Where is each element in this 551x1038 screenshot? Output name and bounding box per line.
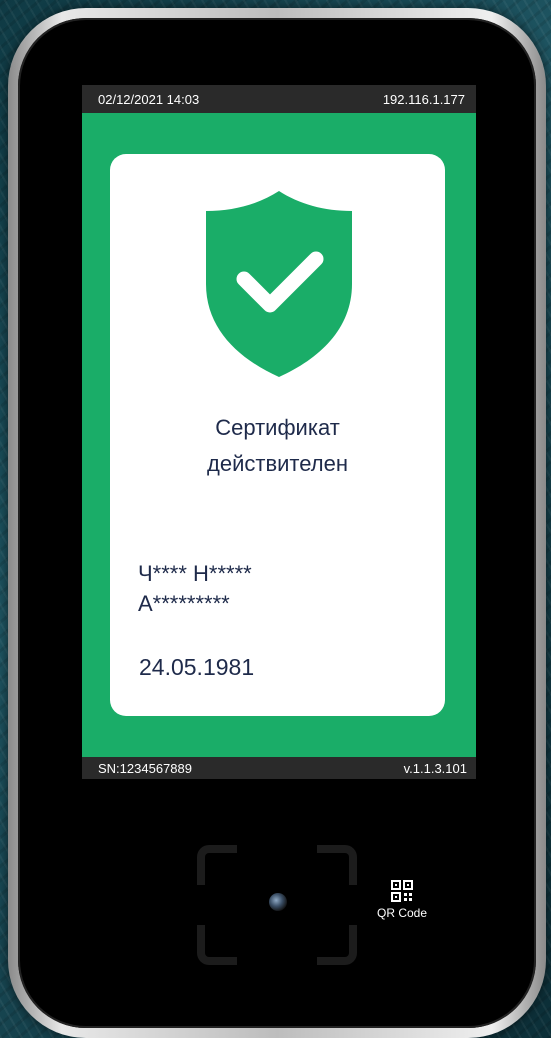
- qr-code-icon: [391, 880, 413, 902]
- status-line-1: Сертификат: [215, 415, 340, 440]
- qr-scanner-window: [197, 845, 357, 965]
- scanner-corner: [317, 845, 357, 885]
- firmware-version: v.1.1.3.101: [403, 760, 467, 776]
- device-screen: 02/12/2021 14:03 192.116.1.177 Сертифика…: [82, 85, 476, 779]
- scanner-corner: [197, 845, 237, 885]
- bottom-bar: SN:1234567889 v.1.1.3.101: [82, 757, 476, 779]
- serial-number: SN:1234567889: [98, 760, 192, 776]
- status-bar: 02/12/2021 14:03 192.116.1.177: [82, 85, 476, 113]
- scanner-corner: [317, 925, 357, 965]
- certificate-card: Сертификат действителен Ч**** Н***** А**…: [110, 154, 445, 716]
- datetime: 02/12/2021 14:03: [98, 91, 200, 107]
- holder-name: Ч**** Н***** А*********: [138, 559, 428, 619]
- shield-check-icon: [206, 191, 352, 377]
- scanner-corner: [197, 925, 237, 965]
- holder-name-line-1: Ч**** Н*****: [138, 561, 252, 586]
- holder-date-of-birth: 24.05.1981: [139, 654, 255, 680]
- certificate-status: Сертификат действителен: [110, 410, 445, 482]
- camera-lens-icon: [269, 893, 287, 911]
- holder-name-line-2: А*********: [138, 591, 230, 616]
- ip-address: 192.116.1.177: [382, 91, 465, 107]
- qr-code-label: QR Code: [376, 906, 428, 920]
- qr-code-hint: QR Code: [370, 880, 434, 922]
- status-line-2: действителен: [207, 451, 348, 476]
